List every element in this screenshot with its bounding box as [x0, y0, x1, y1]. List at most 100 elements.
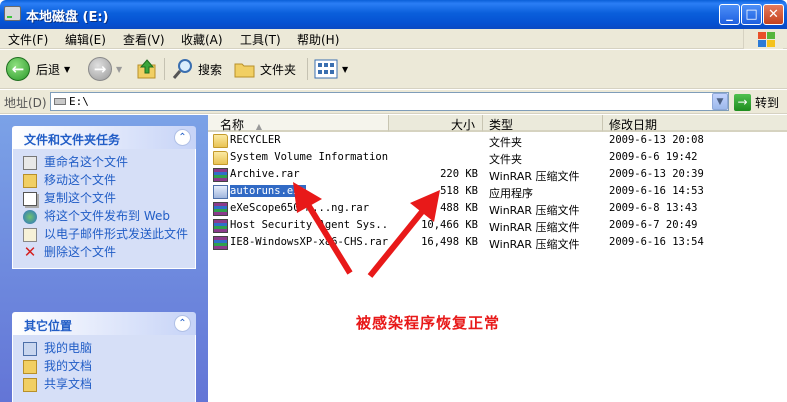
column-date-header[interactable]: 修改日期	[603, 115, 787, 132]
windows-logo-icon	[743, 29, 783, 49]
file-size: 10,466 KB	[421, 219, 478, 231]
maximize-button[interactable]: □	[741, 4, 762, 25]
email-icon	[23, 228, 37, 242]
menu-favorites[interactable]: 收藏(A)	[181, 31, 223, 48]
other-places-box: 其它位置 ⌃ 我的电脑 我的文档 共享文档	[12, 312, 196, 402]
file-date: 2009-6-13 20:08	[609, 134, 704, 146]
sort-ascending-icon: ▲	[255, 122, 262, 131]
up-folder-button[interactable]	[135, 55, 159, 83]
back-button[interactable]: ← 后退 ▼	[6, 55, 70, 83]
back-dropdown-icon[interactable]: ▼	[64, 65, 70, 74]
file-type: WinRAR 压缩文件	[489, 221, 580, 234]
my-computer-icon	[23, 342, 37, 356]
file-date: 2009-6-7 20:49	[609, 219, 698, 231]
file-type: 文件夹	[489, 136, 522, 149]
menu-file[interactable]: 文件(F)	[8, 31, 48, 48]
column-size-label: 大小	[450, 118, 475, 132]
forward-button[interactable]: → ▼	[88, 55, 122, 83]
file-list: 名称 ▲ 大小 类型 修改日期 RECYCLER 文件夹 2009-6-13 2…	[208, 115, 787, 402]
application-icon	[213, 185, 228, 199]
views-button[interactable]: ▼	[314, 55, 348, 83]
file-size: 518 KB	[440, 185, 478, 197]
window-title: 本地磁盘 (E:)	[26, 10, 109, 25]
file-row[interactable]: IE8-WindowsXP-x86-CHS.rar 16,498 KB WinR…	[208, 235, 787, 252]
place-label: 共享文档	[44, 377, 93, 391]
file-row[interactable]: RECYCLER 文件夹 2009-6-13 20:08	[208, 133, 787, 150]
place-my-computer[interactable]: 我的电脑	[23, 342, 195, 356]
place-label: 我的电脑	[44, 341, 93, 355]
folders-button[interactable]: 文件夹	[233, 55, 296, 83]
back-arrow-icon: ←	[6, 57, 30, 81]
task-label: 复制这个文件	[44, 191, 117, 205]
file-row[interactable]: Host Security Agent Sys... 10,466 KB Win…	[208, 218, 787, 235]
file-type: WinRAR 压缩文件	[489, 170, 580, 183]
go-button[interactable]: → 转到	[734, 92, 779, 112]
search-icon	[172, 59, 192, 79]
task-move[interactable]: 移动这个文件	[23, 174, 195, 188]
my-documents-icon	[23, 360, 37, 374]
go-arrow-icon: →	[734, 93, 751, 111]
file-name: autoruns.exe	[230, 185, 306, 197]
column-size-header[interactable]: 大小	[389, 115, 483, 132]
move-icon	[23, 174, 37, 188]
menu-help[interactable]: 帮助(H)	[297, 31, 339, 48]
menu-view[interactable]: 查看(V)	[123, 31, 165, 48]
column-name-header[interactable]: 名称 ▲	[208, 115, 389, 132]
forward-dropdown-icon[interactable]: ▼	[116, 65, 122, 74]
collapse-chevron-icon[interactable]: ⌃	[174, 315, 191, 332]
views-dropdown-icon[interactable]: ▼	[342, 65, 348, 74]
column-date-label: 修改日期	[609, 118, 658, 132]
task-rename[interactable]: 重命名这个文件	[23, 156, 195, 170]
place-shared-documents[interactable]: 共享文档	[23, 378, 195, 392]
task-publish-web[interactable]: 将这个文件发布到 Web	[23, 210, 195, 224]
minimize-button[interactable]: _	[719, 4, 740, 25]
address-bar: 地址(D) E:\ ▼ → 转到	[0, 90, 787, 114]
folders-label: 文件夹	[260, 62, 297, 77]
column-name-label: 名称	[220, 118, 245, 132]
file-tasks-box: 文件和文件夹任务 ⌃ 重命名这个文件 移动这个文件 复制这个文件 将这个文件发布…	[12, 126, 196, 269]
shared-documents-icon	[23, 378, 37, 392]
file-row[interactable]: eXeScope650-m...ng.rar 488 KB WinRAR 压缩文…	[208, 201, 787, 218]
back-label: 后退	[36, 62, 61, 77]
column-type-label: 类型	[489, 118, 514, 132]
toolbar-separator	[164, 58, 165, 80]
close-button[interactable]: ✕	[763, 4, 784, 25]
delete-icon: ✕	[23, 243, 37, 261]
place-my-documents[interactable]: 我的文档	[23, 360, 195, 374]
task-email[interactable]: 以电子邮件形式发送此文件	[23, 228, 195, 242]
drive-icon	[4, 6, 21, 21]
toolbar-separator	[307, 58, 308, 80]
file-row-selected[interactable]: autoruns.exe 518 KB 应用程序 2009-6-16 14:53	[208, 184, 787, 201]
task-copy[interactable]: 复制这个文件	[23, 192, 195, 206]
task-delete[interactable]: ✕ 删除这个文件	[23, 243, 195, 261]
search-button[interactable]: 搜索	[171, 55, 222, 83]
file-size: 488 KB	[440, 202, 478, 214]
address-label: 地址(D)	[4, 96, 47, 110]
other-places-header[interactable]: 其它位置 ⌃	[12, 312, 196, 335]
folders-icon	[234, 63, 255, 78]
title-bar[interactable]: 本地磁盘 (E:) _ □ ✕	[0, 0, 787, 29]
menu-edit[interactable]: 编辑(E)	[65, 31, 106, 48]
collapse-chevron-icon[interactable]: ⌃	[174, 129, 191, 146]
file-row[interactable]: System Volume Information 文件夹 2009-6-6 1…	[208, 150, 787, 167]
file-date: 2009-6-6 19:42	[609, 151, 698, 163]
search-label: 搜索	[198, 62, 223, 77]
publish-web-icon	[23, 210, 37, 224]
rar-archive-icon	[213, 168, 228, 182]
file-date: 2009-6-16 14:53	[609, 185, 704, 197]
file-type: 应用程序	[489, 187, 533, 200]
place-label: 我的文档	[44, 359, 93, 373]
file-tasks-header[interactable]: 文件和文件夹任务 ⌃	[12, 126, 196, 149]
menu-tools[interactable]: 工具(T)	[240, 31, 281, 48]
go-label: 转到	[755, 95, 780, 110]
rar-archive-icon	[213, 219, 228, 233]
task-label: 将这个文件发布到 Web	[44, 209, 170, 223]
address-dropdown-button[interactable]: ▼	[712, 93, 728, 110]
selected-file-name[interactable]: autoruns.exe	[230, 185, 306, 197]
address-input[interactable]: E:\	[50, 92, 729, 111]
copy-icon	[23, 192, 37, 206]
file-name: Host Security Agent Sys...	[230, 219, 388, 231]
column-type-header[interactable]: 类型	[483, 115, 603, 132]
file-row[interactable]: Archive.rar 220 KB WinRAR 压缩文件 2009-6-13…	[208, 167, 787, 184]
task-label: 移动这个文件	[44, 173, 117, 187]
